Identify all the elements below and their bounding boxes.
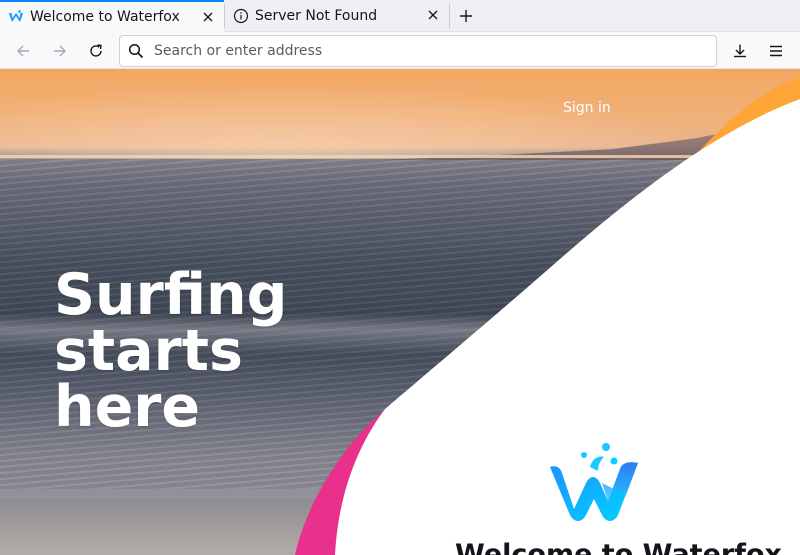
menu-button[interactable]	[765, 40, 787, 62]
hamburger-menu-icon	[770, 45, 782, 57]
close-tab-icon[interactable]	[425, 7, 441, 23]
tab-title: Welcome to Waterfox	[30, 9, 180, 25]
back-arrow-icon	[17, 45, 29, 57]
forward-arrow-icon	[54, 45, 66, 57]
plus-icon	[460, 10, 472, 22]
tab-strip: Welcome to Waterfox Server Not Found	[0, 0, 800, 32]
forward-button[interactable]	[49, 40, 71, 62]
search-icon	[128, 43, 144, 59]
tab-server-not-found[interactable]: Server Not Found	[225, 0, 449, 32]
back-button[interactable]	[12, 40, 34, 62]
reload-icon	[90, 44, 102, 57]
info-icon	[233, 8, 249, 24]
download-icon	[734, 44, 746, 58]
tab-divider	[449, 4, 450, 28]
sign-in-link[interactable]: Sign in	[563, 100, 611, 116]
tab-welcome[interactable]: Welcome to Waterfox	[0, 0, 224, 32]
downloads-button[interactable]	[729, 40, 751, 62]
address-input[interactable]	[154, 43, 694, 59]
page-content: Sign in Surfing starts here Welcome to W…	[0, 69, 800, 555]
hero-heading: Surfing starts here	[54, 262, 374, 440]
navigation-toolbar	[0, 32, 800, 69]
hero-line: here	[54, 374, 201, 440]
tab-title: Server Not Found	[255, 8, 378, 24]
waterfox-icon	[8, 9, 24, 25]
waterfox-logo	[546, 439, 642, 523]
close-tab-icon[interactable]	[200, 9, 216, 25]
hero-line: Surfing	[54, 262, 288, 328]
reload-button[interactable]	[85, 40, 107, 62]
welcome-heading: Welcome to Waterfox	[455, 539, 782, 555]
address-bar[interactable]	[119, 35, 717, 67]
new-tab-button[interactable]	[455, 6, 477, 26]
hero-line: starts	[54, 318, 243, 384]
